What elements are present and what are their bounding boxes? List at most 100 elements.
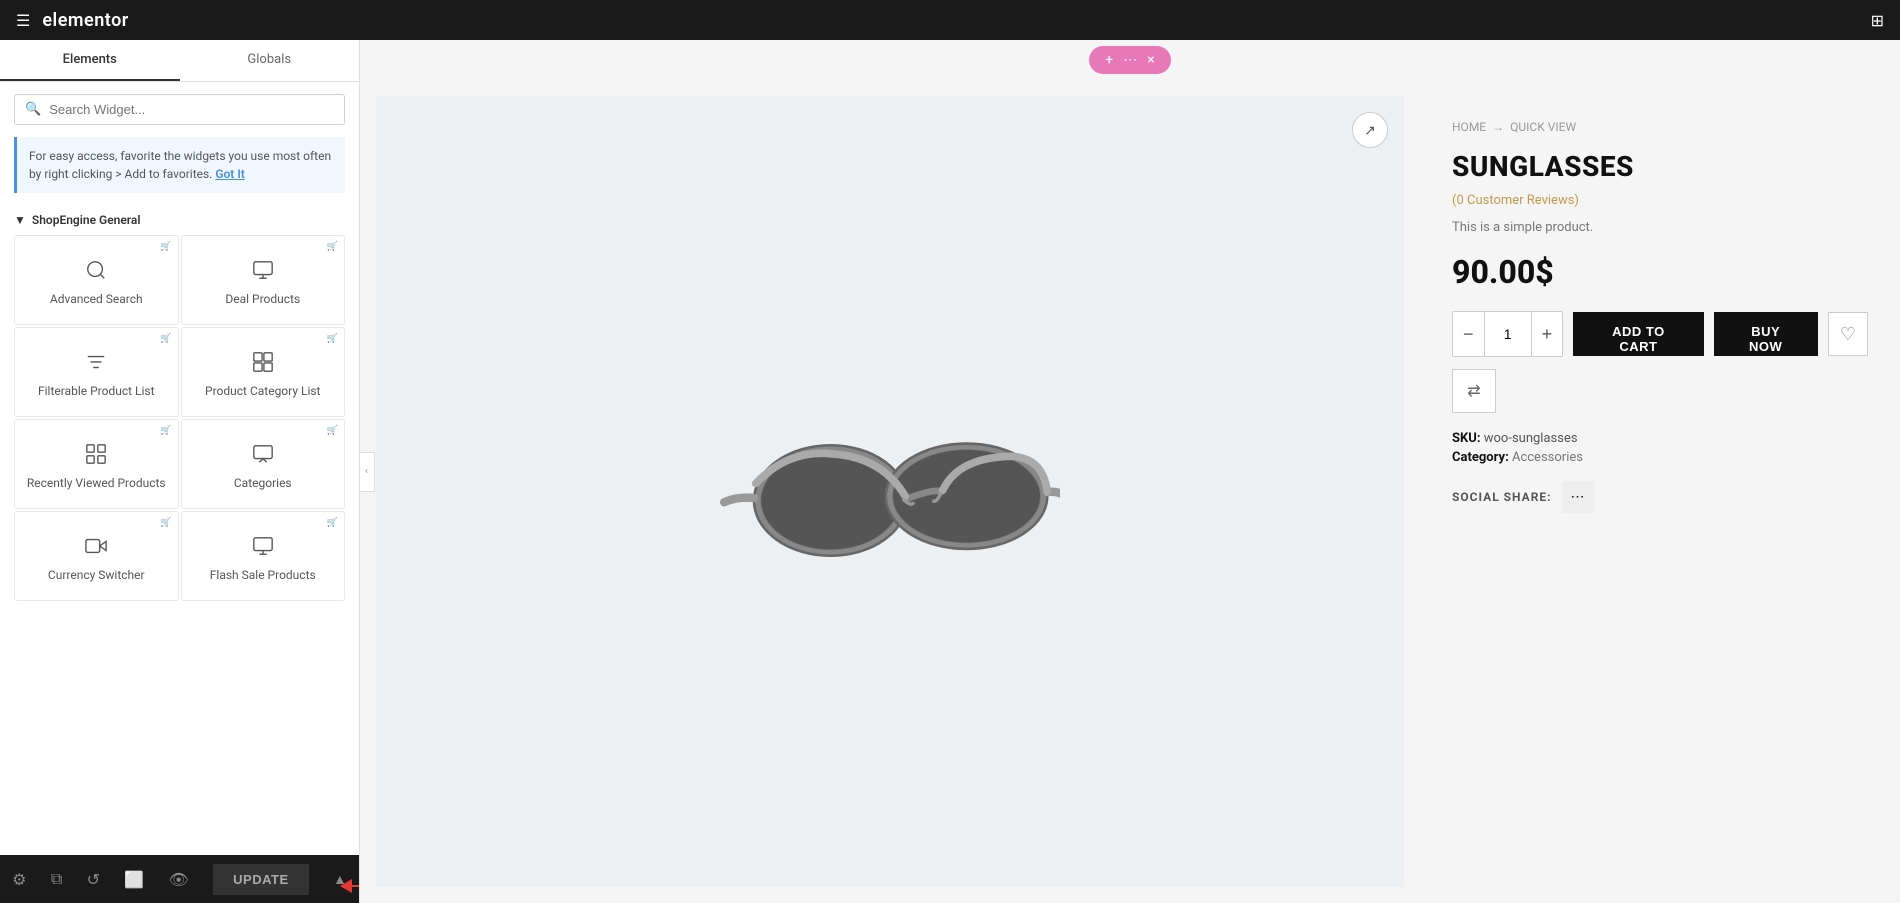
sidebar: Elements Globals 🔍 For easy access, favo… bbox=[0, 40, 360, 903]
product-image bbox=[720, 407, 1060, 577]
breadcrumb-arrow: → bbox=[1492, 120, 1504, 134]
tip-box: For easy access, favorite the widgets yo… bbox=[14, 137, 345, 193]
sidebar-search: 🔍 bbox=[0, 82, 359, 137]
pro-badge: 🛒 bbox=[327, 426, 338, 436]
product-title: SUNGLASSES bbox=[1452, 150, 1868, 183]
search-icon: 🔍 bbox=[25, 102, 41, 117]
sku-value-text: woo-sunglasses bbox=[1484, 431, 1578, 446]
widget-categories[interactable]: 🛒 Categories bbox=[181, 419, 346, 509]
pro-badge: 🛒 bbox=[327, 518, 338, 528]
widget-label: Categories bbox=[234, 476, 292, 490]
product-image-area: ↗ bbox=[376, 96, 1404, 887]
qty-decrease-button[interactable]: − bbox=[1453, 312, 1484, 356]
widget-flash-sale[interactable]: 🛒 Flash Sale Products bbox=[181, 511, 346, 601]
product-reviews[interactable]: (0 Customer Reviews) bbox=[1452, 193, 1868, 208]
collapse-handle[interactable]: ‹ bbox=[360, 452, 375, 492]
preview-icon[interactable]: 👁 bbox=[169, 870, 189, 889]
category-label: Category: bbox=[1452, 450, 1509, 465]
search-input[interactable] bbox=[49, 102, 334, 117]
content-area: ‹ + ⋯ × ↗ bbox=[360, 40, 1900, 903]
red-arrow bbox=[340, 879, 360, 893]
qty-increase-button[interactable]: + bbox=[1532, 312, 1563, 356]
qty-cart-row: − + ADD TO CART BUY NOW ♡ bbox=[1452, 311, 1868, 357]
tab-globals[interactable]: Globals bbox=[180, 40, 360, 81]
product-preview: ↗ bbox=[360, 80, 1900, 903]
tip-link[interactable]: Got It bbox=[215, 167, 244, 181]
close-icon[interactable]: × bbox=[1147, 52, 1154, 68]
main-layout: Elements Globals 🔍 For easy access, favo… bbox=[0, 40, 1900, 903]
breadcrumb: HOME → QUICK VIEW bbox=[1452, 120, 1868, 134]
sku-label: SKU: bbox=[1452, 431, 1481, 446]
pro-badge: 🛒 bbox=[327, 242, 338, 252]
deal-products-icon bbox=[252, 259, 274, 284]
pink-top-bar: + ⋯ × bbox=[360, 40, 1900, 80]
grid-icon[interactable]: ⊞ bbox=[1871, 11, 1884, 30]
product-description: This is a simple product. bbox=[1452, 220, 1868, 235]
widget-label: Currency Switcher bbox=[48, 568, 145, 582]
section-label: ShopEngine General bbox=[32, 213, 141, 227]
sidebar-tabs: Elements Globals bbox=[0, 40, 359, 82]
history-icon[interactable]: ↺ bbox=[87, 870, 100, 889]
advanced-search-icon bbox=[85, 259, 107, 284]
widgets-grid: 🛒 Advanced Search 🛒 bbox=[14, 235, 345, 601]
widget-label: Filterable Product List bbox=[38, 384, 155, 398]
widget-currency-switcher[interactable]: 🛒 Currency Switcher bbox=[14, 511, 179, 601]
section-title: ▼ ShopEngine General bbox=[14, 205, 345, 235]
widget-recently-viewed[interactable]: 🛒 Recently Viewed Products bbox=[14, 419, 179, 509]
category-link[interactable]: Accessories bbox=[1512, 450, 1583, 465]
widgets-section: ▼ ShopEngine General 🛒 Advanced Search bbox=[0, 205, 359, 855]
tab-elements[interactable]: Elements bbox=[0, 40, 180, 81]
widget-advanced-search[interactable]: 🛒 Advanced Search bbox=[14, 235, 179, 325]
section-arrow: ▼ bbox=[14, 213, 26, 227]
hamburger-icon[interactable]: ☰ bbox=[16, 11, 30, 30]
currency-switcher-icon bbox=[85, 535, 107, 560]
plus-icon[interactable]: + bbox=[1105, 52, 1113, 68]
widget-filterable-product-list[interactable]: 🛒 Filterable Product List bbox=[14, 327, 179, 417]
sku-row: SKU: woo-sunglasses bbox=[1452, 431, 1868, 446]
buy-now-button[interactable]: BUY NOW bbox=[1714, 312, 1818, 356]
filterable-product-list-icon bbox=[85, 351, 107, 376]
quantity-input[interactable] bbox=[1484, 312, 1532, 356]
widget-product-category-list[interactable]: 🛒 Product Category List bbox=[181, 327, 346, 417]
tip-text: For easy access, favorite the widgets yo… bbox=[29, 149, 331, 181]
pro-badge: 🛒 bbox=[160, 334, 171, 344]
expand-button[interactable]: ↗ bbox=[1352, 112, 1388, 148]
breadcrumb-home[interactable]: HOME bbox=[1452, 120, 1486, 134]
social-share-icon[interactable]: ⋯ bbox=[1562, 481, 1594, 513]
widget-deal-products[interactable]: 🛒 Deal Products bbox=[181, 235, 346, 325]
compare-row: ⇄ bbox=[1452, 369, 1868, 413]
product-category-list-icon bbox=[252, 351, 274, 376]
categories-icon bbox=[252, 443, 274, 468]
bottom-toolbar: ⚙ ⧉ ↺ ⬜ 👁 UPDATE ▲ bbox=[0, 855, 359, 903]
product-details: HOME → QUICK VIEW SUNGLASSES (0 Customer… bbox=[1420, 80, 1900, 903]
wishlist-button[interactable]: ♡ bbox=[1828, 312, 1868, 356]
pro-badge: 🛒 bbox=[160, 242, 171, 252]
product-meta: SKU: woo-sunglasses Category: Accessorie… bbox=[1452, 431, 1868, 465]
recently-viewed-icon bbox=[85, 443, 107, 468]
arrow-head bbox=[340, 879, 352, 893]
settings-icon[interactable]: ⚙ bbox=[12, 870, 26, 889]
search-wrapper: 🔍 bbox=[14, 94, 345, 125]
quantity-control: − + bbox=[1452, 311, 1563, 357]
product-price: 90.00$ bbox=[1452, 253, 1868, 291]
widget-label: Recently Viewed Products bbox=[27, 476, 166, 490]
breadcrumb-current: QUICK VIEW bbox=[1510, 120, 1576, 134]
pro-badge: 🛒 bbox=[327, 334, 338, 344]
pro-badge: 🛒 bbox=[160, 426, 171, 436]
flash-sale-icon bbox=[252, 535, 274, 560]
update-button[interactable]: UPDATE bbox=[213, 864, 308, 895]
layers-icon[interactable]: ⧉ bbox=[51, 869, 62, 889]
add-to-cart-button[interactable]: ADD TO CART bbox=[1573, 312, 1703, 356]
responsive-icon[interactable]: ⬜ bbox=[124, 870, 144, 889]
social-share-row: SOCIAL SHARE: ⋯ bbox=[1452, 481, 1868, 513]
widget-label: Product Category List bbox=[205, 384, 320, 398]
social-share-label: SOCIAL SHARE: bbox=[1452, 490, 1552, 504]
arrow-line bbox=[352, 885, 360, 887]
category-row: Category: Accessories bbox=[1452, 450, 1868, 465]
widget-label: Flash Sale Products bbox=[210, 568, 316, 582]
pink-pill: + ⋯ × bbox=[1089, 46, 1170, 74]
compare-button[interactable]: ⇄ bbox=[1452, 369, 1496, 413]
pro-badge: 🛒 bbox=[160, 518, 171, 528]
elementor-logo: elementor bbox=[42, 10, 128, 31]
dots-icon[interactable]: ⋯ bbox=[1123, 52, 1137, 68]
